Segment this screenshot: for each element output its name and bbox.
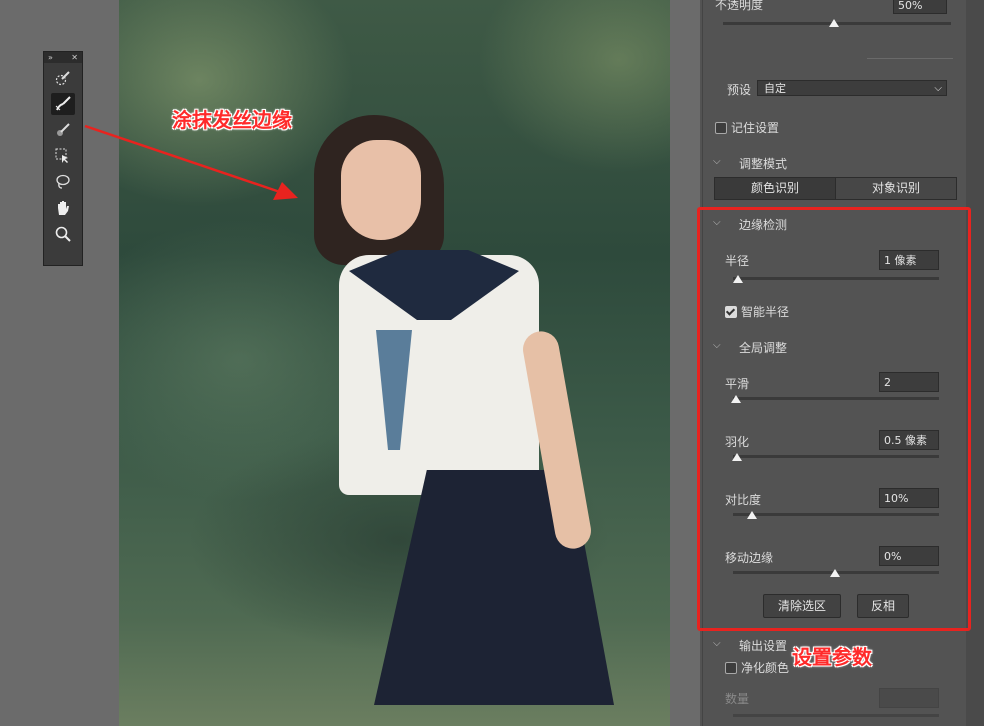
refine-edge-brush-icon xyxy=(55,96,71,111)
zoom-icon xyxy=(55,226,71,242)
amount-label: 数量 xyxy=(725,692,750,706)
chevron-down-icon[interactable]: ⌵ xyxy=(713,638,721,649)
preset-dropdown[interactable]: 自定 ⌵ xyxy=(757,80,947,96)
lasso-icon xyxy=(56,174,70,189)
opacity-label: 不透明度 xyxy=(715,0,764,12)
amount-slider-track[interactable] xyxy=(733,714,939,717)
preset-value: 自定 xyxy=(764,82,786,95)
amount-field[interactable] xyxy=(879,688,939,708)
opacity-field[interactable]: 50% xyxy=(893,0,947,14)
zoom-tool[interactable] xyxy=(51,223,75,245)
decontaminate-colors-checkbox[interactable] xyxy=(725,662,737,674)
quick-selection-icon xyxy=(55,71,70,86)
collapse-icon[interactable]: » xyxy=(48,53,53,62)
annotation-set-parameters: 设置参数 xyxy=(792,645,872,669)
decontaminate-colors-label: 净化颜色 xyxy=(741,661,790,675)
hand-icon xyxy=(58,201,69,215)
remember-settings-checkbox[interactable] xyxy=(715,122,727,134)
tools-panel: » ✕ xyxy=(43,51,83,266)
section-divider xyxy=(867,58,953,59)
color-aware-button[interactable]: 颜色识别 xyxy=(715,178,836,199)
close-icon[interactable]: ✕ xyxy=(71,53,78,62)
adjust-mode-label: 调整模式 xyxy=(739,157,788,171)
object-selection-icon xyxy=(55,148,68,163)
refine-edge-brush-tool[interactable] xyxy=(51,93,75,115)
object-aware-button[interactable]: 对象识别 xyxy=(836,178,956,199)
preset-label: 预设 xyxy=(727,83,752,97)
quick-selection-tool[interactable] xyxy=(51,67,75,89)
hand-tool[interactable] xyxy=(51,197,75,219)
annotation-arrow xyxy=(84,124,298,200)
brush-icon xyxy=(57,123,70,136)
brush-tool[interactable] xyxy=(51,119,75,141)
adjust-mode-toggle: 颜色识别 对象识别 xyxy=(714,177,957,200)
chevron-down-icon: ⌵ xyxy=(934,83,942,94)
remember-settings-label: 记住设置 xyxy=(731,121,780,135)
lasso-tool[interactable] xyxy=(51,171,75,193)
chevron-down-icon[interactable]: ⌵ xyxy=(713,156,721,167)
opacity-slider-thumb[interactable] xyxy=(829,19,839,27)
tools-panel-header[interactable]: » ✕ xyxy=(44,52,82,63)
parameters-highlight-box xyxy=(697,207,971,631)
output-settings-label: 输出设置 xyxy=(739,639,788,653)
photo-subject-face xyxy=(341,140,421,240)
object-selection-tool[interactable] xyxy=(51,145,75,167)
